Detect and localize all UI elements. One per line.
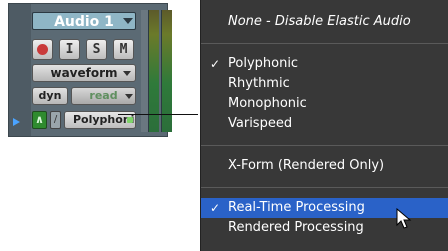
menu-item-label: Rhythmic: [228, 76, 290, 91]
chevron-down-icon[interactable]: [123, 18, 133, 24]
track-left-strip: [9, 4, 31, 136]
menu-item-monophonic[interactable]: Monophonic: [201, 94, 448, 114]
mouse-cursor-icon: [396, 208, 412, 229]
menu-item-none[interactable]: None - Disable Elastic Audio: [201, 12, 448, 32]
menu-item-label: Rendered Processing: [228, 220, 364, 235]
expand-arrow-icon[interactable]: [13, 118, 20, 126]
record-enable-button[interactable]: [32, 39, 53, 60]
chevron-down-icon: [125, 94, 133, 99]
menu-item-varispeed[interactable]: Varispeed: [201, 114, 448, 134]
menu-item-label: Real-Time Processing: [228, 200, 365, 215]
menu-item-label: Monophonic: [228, 96, 307, 111]
input-monitor-button[interactable]: I: [59, 39, 80, 60]
menu-item-label: Polyphonic: [228, 56, 299, 71]
menu-item-label: None - Disable Elastic Audio: [228, 14, 411, 29]
menu-item-label: X-Form (Rendered Only): [228, 158, 385, 173]
menu-separator: [201, 43, 448, 44]
elastic-status-led: [127, 117, 133, 123]
menu-separator: [201, 187, 448, 188]
record-icon: [37, 44, 48, 55]
check-icon: ✓: [210, 201, 221, 215]
menu-item-label: Varispeed: [228, 116, 293, 131]
callout-line: [118, 114, 198, 115]
chevron-down-icon: [123, 71, 131, 76]
mute-button[interactable]: M: [113, 39, 134, 60]
check-icon: ✓: [210, 57, 221, 71]
track-header: Audio 1 I S M waveform dyn read ∧ / Poly…: [8, 3, 172, 137]
menu-item-rhythmic[interactable]: Rhythmic: [201, 74, 448, 94]
menu-item-xform[interactable]: X-Form (Rendered Only): [201, 156, 448, 176]
menu-item-polyphonic[interactable]: ✓ Polyphonic: [201, 54, 448, 74]
track-view-selector[interactable]: waveform: [32, 64, 136, 82]
track-name-field[interactable]: Audio 1: [32, 12, 136, 30]
elastic-preview-icon: /: [50, 111, 61, 129]
elastic-audio-icon: ∧: [32, 111, 47, 129]
solo-button[interactable]: S: [86, 39, 107, 60]
dyn-button[interactable]: dyn: [32, 87, 68, 105]
menu-separator: [201, 145, 448, 146]
